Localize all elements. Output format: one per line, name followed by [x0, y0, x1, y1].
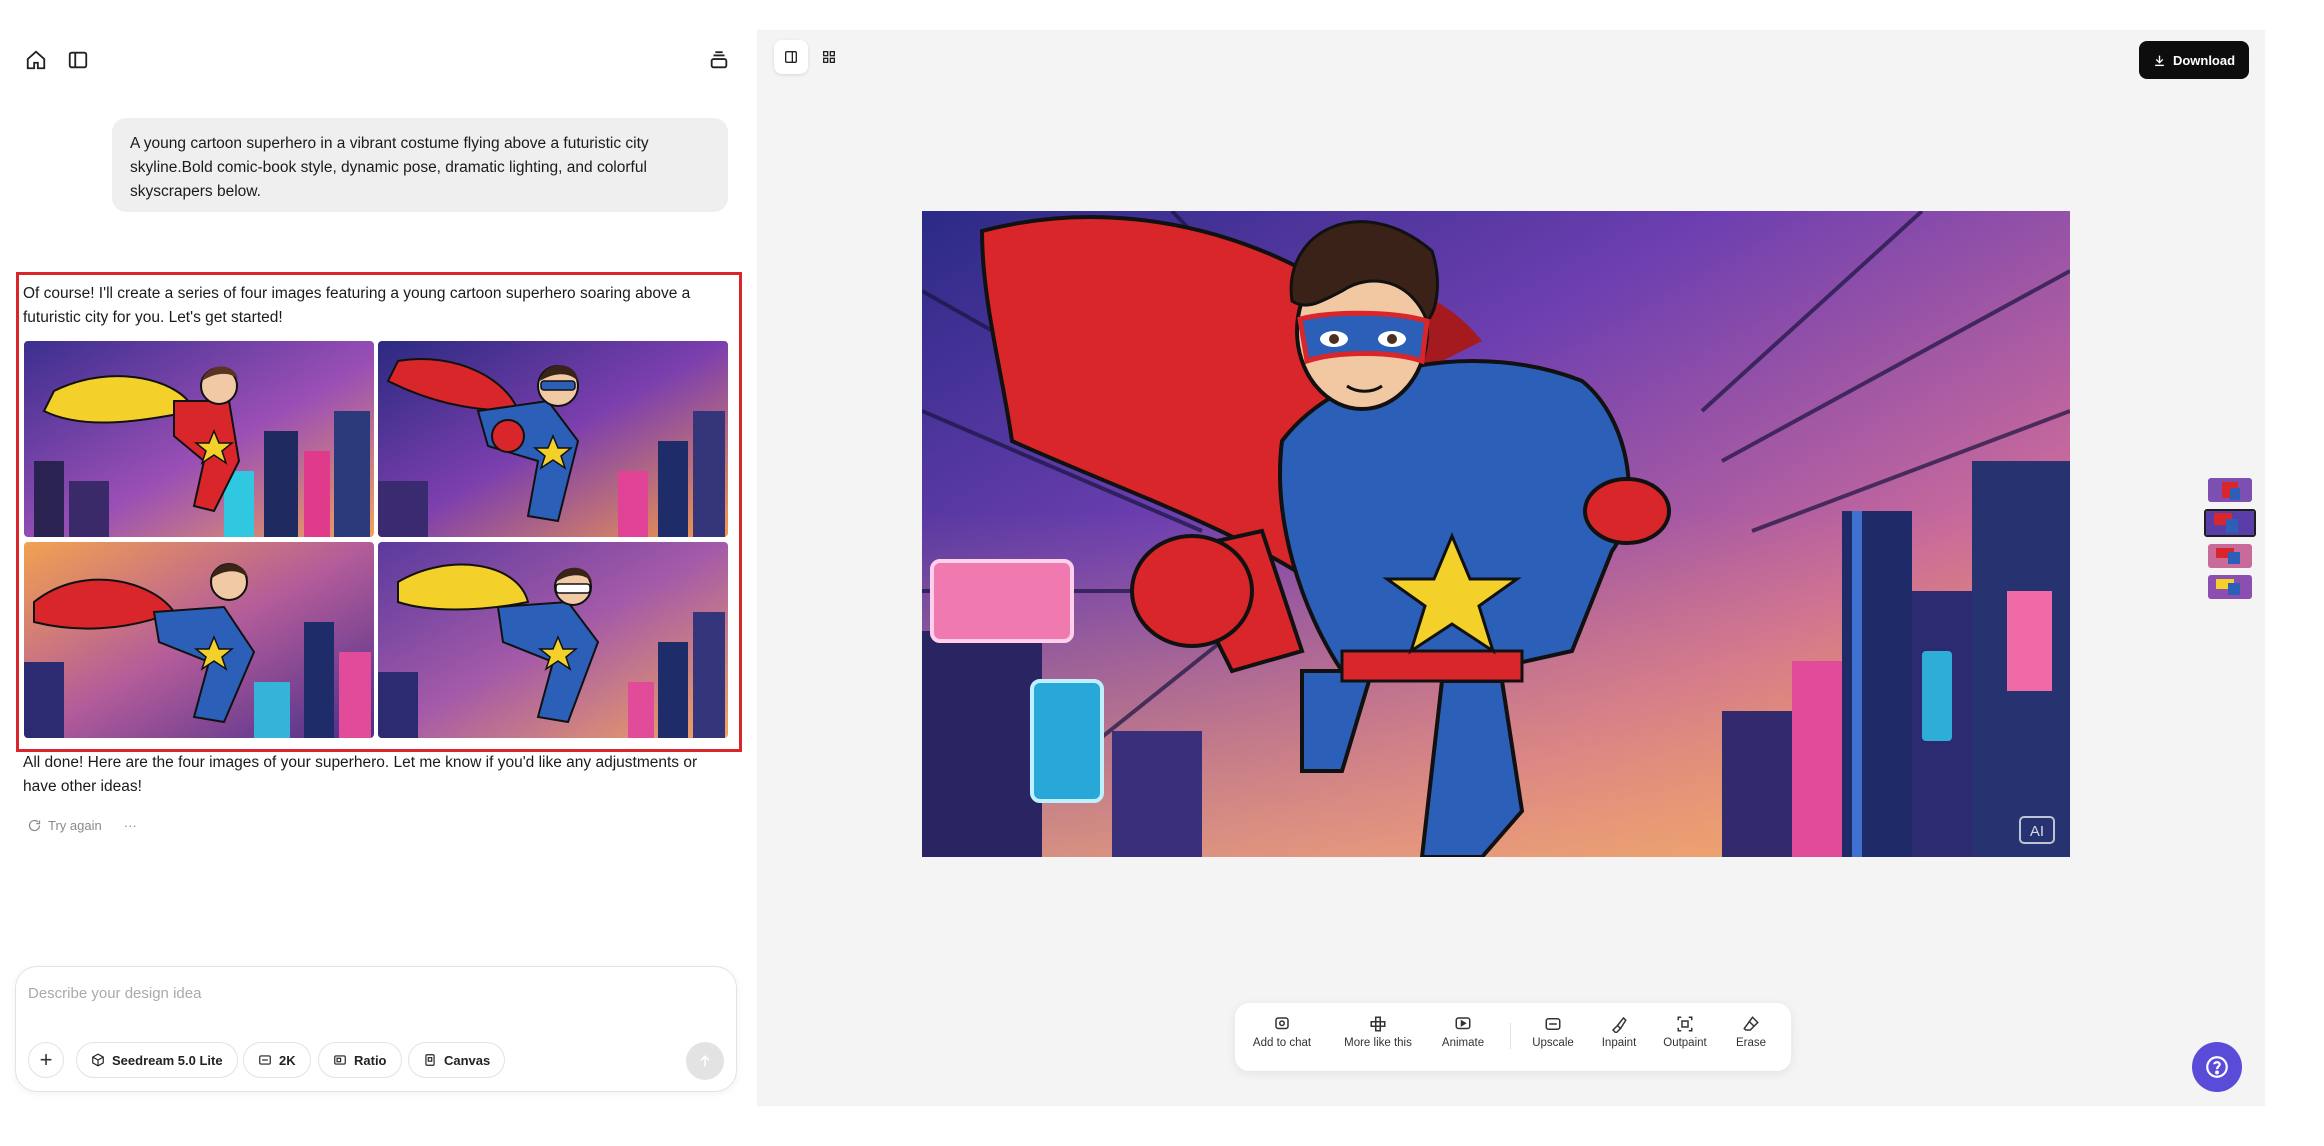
download-button[interactable]: Download — [2139, 41, 2249, 79]
outpaint-label: Outpaint — [1663, 1037, 1707, 1049]
main-preview-image[interactable]: AI — [922, 211, 2070, 857]
thumbnail-2-selected[interactable] — [2204, 509, 2256, 537]
history-button[interactable] — [705, 46, 733, 74]
outpaint-button[interactable]: Outpaint — [1655, 1015, 1715, 1049]
single-view-icon — [785, 51, 797, 63]
generated-image-2[interactable] — [378, 341, 728, 537]
user-message-bubble: A young cartoon superhero in a vibrant c… — [112, 118, 728, 212]
inpaint-icon — [1611, 1016, 1627, 1033]
more-like-this-button[interactable]: More like this — [1335, 1015, 1421, 1049]
arrow-up-icon — [700, 1055, 710, 1067]
help-button[interactable] — [2192, 1042, 2242, 1092]
outpaint-icon — [1677, 1016, 1693, 1032]
try-again-label: Try again — [48, 818, 102, 833]
inpaint-button[interactable]: Inpaint — [1593, 1015, 1645, 1049]
resolution-chip[interactable]: 2K — [243, 1042, 311, 1078]
assistant-intro-text: Of course! I'll create a series of four … — [23, 285, 691, 326]
canvas-label: Canvas — [444, 1052, 491, 1068]
user-message-text: A young cartoon superhero in a vibrant c… — [130, 135, 649, 200]
sidebar-toggle-icon — [68, 51, 88, 69]
animate-icon — [1455, 1017, 1471, 1030]
more-options-button[interactable]: ··· — [124, 818, 137, 833]
canvas-panel: Download AI Add to chat More like this A… — [757, 30, 2265, 1106]
generated-image-1[interactable] — [24, 341, 374, 537]
thumbnail-strip — [2203, 478, 2257, 606]
more-like-this-label: More like this — [1344, 1037, 1412, 1049]
ai-watermark: AI — [2030, 823, 2044, 840]
erase-label: Erase — [1735, 1037, 1767, 1049]
image-edit-toolbar: Add to chat More like this Animate Upsca… — [1235, 1003, 1791, 1071]
canvas-chip[interactable]: Canvas — [408, 1042, 506, 1078]
upscale-label: Upscale — [1532, 1037, 1574, 1049]
thumbnail-4[interactable] — [2208, 575, 2252, 599]
resolution-icon — [259, 1055, 271, 1065]
more-like-this-icon — [1370, 1016, 1386, 1032]
single-view-button[interactable] — [774, 40, 808, 74]
upscale-button[interactable]: Upscale — [1525, 1015, 1581, 1049]
assistant-outro-text: All done! Here are the four images of yo… — [23, 754, 698, 795]
sidebar-toggle-button[interactable] — [64, 46, 92, 74]
grid-view-button[interactable] — [812, 40, 846, 74]
send-button[interactable] — [686, 1042, 724, 1080]
view-mode-toggle — [774, 40, 846, 74]
inpaint-label: Inpaint — [1601, 1037, 1637, 1049]
generated-image-grid — [24, 341, 728, 738]
upscale-icon — [1545, 1018, 1561, 1030]
cube-icon — [92, 1053, 104, 1067]
add-to-chat-button[interactable]: Add to chat — [1249, 1015, 1315, 1049]
animate-button[interactable]: Animate — [1435, 1015, 1491, 1049]
home-icon — [26, 50, 46, 70]
toolbar-divider — [1510, 1023, 1511, 1049]
download-icon — [2155, 55, 2164, 66]
generated-image-4[interactable] — [378, 542, 728, 738]
erase-icon — [1743, 1016, 1759, 1031]
thumbnail-3[interactable] — [2208, 544, 2252, 568]
prompt-input[interactable] — [28, 979, 718, 1007]
thumbnail-1[interactable] — [2208, 478, 2252, 502]
help-icon — [2206, 1056, 2228, 1078]
resolution-label: 2K — [279, 1052, 296, 1068]
model-selector-chip[interactable]: Seedream 5.0 Lite — [76, 1042, 238, 1078]
erase-button[interactable]: Erase — [1727, 1015, 1775, 1049]
chat-panel: A young cartoon superhero in a vibrant c… — [0, 0, 757, 1146]
add-to-chat-icon — [1275, 1017, 1289, 1030]
ratio-chip[interactable]: Ratio — [318, 1042, 402, 1078]
try-again-button[interactable]: Try again — [27, 818, 102, 833]
grid-view-icon — [823, 51, 835, 63]
message-actions: Try again ··· — [27, 818, 137, 833]
prompt-composer: + Seedream 5.0 Lite 2K Ratio Canvas — [15, 966, 737, 1092]
generated-image-3[interactable] — [24, 542, 374, 738]
ratio-label: Ratio — [354, 1052, 387, 1068]
ratio-icon — [334, 1055, 346, 1065]
home-button[interactable] — [22, 46, 50, 74]
history-stack-icon — [710, 51, 728, 69]
model-label: Seedream 5.0 Lite — [112, 1052, 223, 1068]
refresh-icon — [28, 819, 41, 832]
add-attachment-button[interactable]: + — [28, 1042, 64, 1078]
animate-label: Animate — [1441, 1037, 1485, 1049]
add-to-chat-label: Add to chat — [1252, 1037, 1312, 1049]
canvas-icon — [425, 1054, 435, 1066]
download-label: Download — [2172, 52, 2236, 68]
